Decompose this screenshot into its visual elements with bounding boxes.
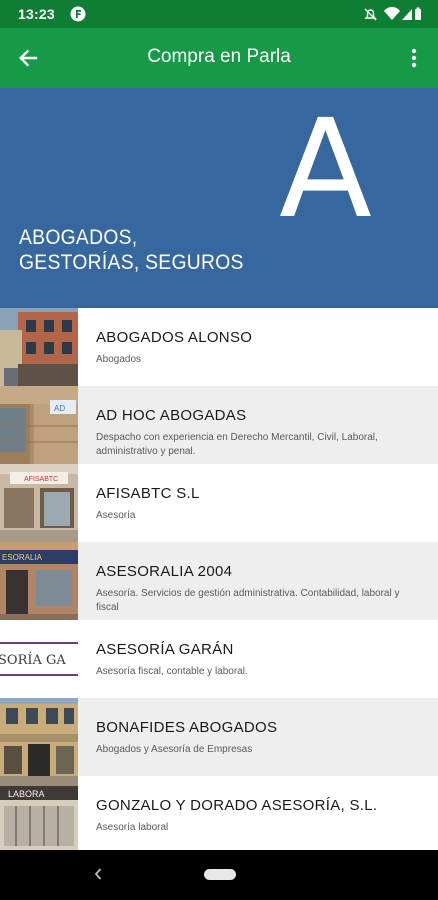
business-name: AD HOC ABOGADAS	[96, 407, 247, 424]
business-photo: AFISABTC	[0, 464, 78, 542]
status-icons	[364, 7, 421, 21]
thumb-sign: ESORALIA	[2, 553, 43, 562]
thumb-sign: SORÍA GA	[0, 652, 66, 668]
battery-icon	[415, 7, 421, 20]
business-photo: LABORA	[0, 776, 78, 850]
nav-back-icon	[94, 868, 102, 880]
list-item-afisabtc[interactable]: AFISABTC AFISABTC S.L Asesoría	[0, 464, 438, 542]
business-photo	[0, 698, 78, 776]
app-bar: Compra en Parla	[0, 28, 438, 88]
thumb-sign: LABORA	[8, 789, 45, 799]
business-name: GONZALO Y DORADO ASESORÍA, S.L.	[96, 797, 378, 814]
business-description: Asesoría fiscal, contable y laboral.	[96, 666, 248, 677]
signal-icon	[402, 9, 412, 20]
business-photo: ESORALIA	[0, 542, 78, 620]
business-name: AFISABTC S.L	[96, 485, 200, 502]
status-bar: 13:23	[0, 0, 438, 28]
status-time: 13:23	[18, 6, 55, 22]
business-description: Asesoría laboral	[96, 822, 169, 833]
nav-home-pill[interactable]	[204, 869, 236, 880]
list-item-asesoria-garan[interactable]: SORÍA GA ASESORÍA GARÁN Asesoría fiscal,…	[0, 620, 438, 698]
business-list: ABOGADOS ALONSO Abogados AD AD HOC ABOGA…	[0, 308, 438, 850]
business-photo	[0, 308, 78, 386]
app-title: Compra en Parla	[147, 46, 291, 67]
category-title-line-1: ABOGADOS,	[19, 226, 138, 249]
list-item-ad-hoc-abogadas[interactable]: AD AD HOC ABOGADAS Despacho con experien…	[0, 386, 438, 464]
more-options-button[interactable]	[408, 44, 420, 72]
list-item-gonzalo-y-dorado[interactable]: LABORA GONZALO Y DORADO ASESORÍA, S.L. A…	[0, 776, 438, 850]
system-navigation-bar	[0, 850, 438, 900]
more-vert-icon	[411, 48, 417, 68]
business-description: Abogados	[96, 354, 142, 365]
notifications-off-icon	[364, 8, 377, 21]
category-header: A ABOGADOS, GESTORÍAS, SEGUROS	[0, 88, 438, 308]
business-photo: AD	[0, 386, 78, 464]
thumb-sign: AFISABTC	[24, 476, 58, 483]
business-description: Asesoría. Servicios de gestión administr…	[96, 588, 400, 613]
f-circle-icon	[70, 6, 86, 22]
business-description: Despacho con experiencia en Derecho Merc…	[96, 432, 378, 457]
business-name: ASESORALIA 2004	[96, 563, 233, 580]
business-name: BONAFIDES ABOGADOS	[96, 719, 278, 736]
list-item-asesoralia-2004[interactable]: ESORALIA ASESORALIA 2004 Asesoría. Servi…	[0, 542, 438, 620]
thumb-sign: AD	[54, 404, 65, 413]
nav-back-button[interactable]	[88, 864, 108, 884]
business-name: ASESORÍA GARÁN	[96, 641, 234, 658]
business-photo: SORÍA GA	[0, 620, 78, 698]
category-letter: A	[278, 91, 372, 249]
business-name: ABOGADOS ALONSO	[96, 329, 253, 346]
business-description: Abogados y Asesoría de Empresas	[96, 744, 253, 755]
wifi-icon	[384, 7, 400, 20]
list-item-abogados-alonso[interactable]: ABOGADOS ALONSO Abogados	[0, 308, 438, 386]
list-item-bonafides-abogados[interactable]: BONAFIDES ABOGADOS Abogados y Asesoría d…	[0, 698, 438, 776]
business-description: Asesoría	[96, 510, 136, 521]
category-title-line-2: GESTORÍAS, SEGUROS	[19, 251, 244, 274]
